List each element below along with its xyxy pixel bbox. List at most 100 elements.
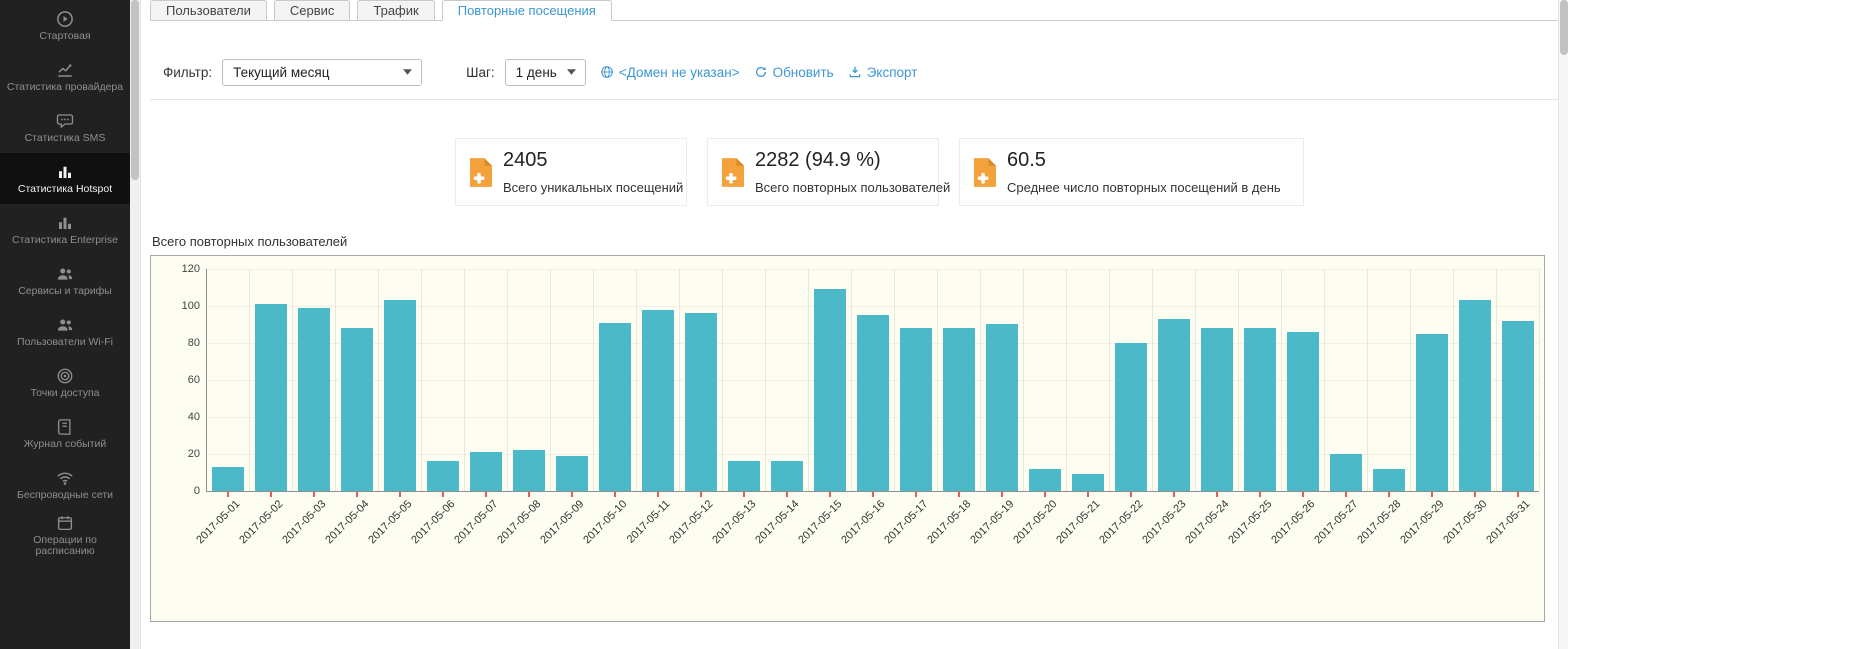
export-link[interactable]: Экспорт	[848, 65, 918, 80]
gridline-horizontal	[206, 269, 1539, 270]
bar[interactable]	[1244, 328, 1276, 491]
sidebar-item-entry[interactable]: Пользователи Wi-Fi	[0, 306, 130, 357]
bar[interactable]	[1287, 332, 1319, 491]
x-axis-tick	[485, 492, 487, 497]
sidebar-item-entry[interactable]: Статистика Enterprise	[0, 204, 130, 255]
target-icon	[56, 367, 74, 385]
bar[interactable]	[900, 328, 932, 491]
download-icon	[848, 65, 862, 79]
bar[interactable]	[384, 300, 416, 491]
gridline-vertical	[1152, 269, 1153, 491]
x-axis-label: 2017-05-24	[1145, 498, 1231, 584]
bar[interactable]	[470, 452, 502, 491]
bar[interactable]	[1158, 319, 1190, 491]
bar[interactable]	[556, 456, 588, 491]
refresh-link[interactable]: Обновить	[754, 65, 834, 80]
bar[interactable]	[1072, 474, 1104, 491]
sidebar-item-label: Статистика провайдера	[3, 82, 127, 93]
bar[interactable]	[814, 289, 846, 491]
x-axis-tick	[743, 492, 745, 497]
refresh-icon	[754, 65, 768, 79]
sidebar-item-entry[interactable]: Статистика SMS	[0, 102, 130, 153]
bar[interactable]	[642, 310, 674, 491]
bar[interactable]	[341, 328, 373, 491]
journal-icon	[56, 418, 74, 436]
gridline-vertical	[851, 269, 852, 491]
step-select[interactable]: 1 день	[505, 59, 586, 86]
bar[interactable]	[255, 304, 287, 491]
x-axis-tick	[1130, 492, 1132, 497]
bar[interactable]	[728, 461, 760, 491]
domain-link[interactable]: <Домен не указан>	[600, 65, 740, 80]
bar[interactable]	[1502, 321, 1534, 491]
period-select-value: Текущий месяц	[233, 65, 329, 80]
x-axis-tick	[1431, 492, 1433, 497]
gridline-vertical	[1496, 269, 1497, 491]
bar[interactable]	[1416, 334, 1448, 491]
sidebar-item-entry[interactable]: Журнал событий	[0, 408, 130, 459]
sidebar-item-entry[interactable]: Стартовая	[0, 0, 130, 51]
period-select[interactable]: Текущий месяц	[222, 59, 422, 86]
sidebar-item-label: Статистика Enterprise	[8, 235, 122, 246]
bar[interactable]	[943, 328, 975, 491]
gridline-vertical	[1324, 269, 1325, 491]
sidebar-item-label: Беспроводные сети	[13, 490, 117, 501]
sidebar-item-entry[interactable]: Беспроводные сети	[0, 459, 130, 510]
bar[interactable]	[599, 323, 631, 491]
sidebar-item-entry[interactable]: Сервисы и тарифы	[0, 255, 130, 306]
gridline-vertical	[765, 269, 766, 491]
bar[interactable]	[1115, 343, 1147, 491]
x-axis-label: 2017-05-12	[629, 498, 715, 584]
x-axis-label: 2017-05-18	[887, 498, 973, 584]
chevron-down-icon	[567, 69, 576, 75]
bar[interactable]	[1330, 454, 1362, 491]
gridline-vertical	[292, 269, 293, 491]
main-scrollbar[interactable]	[1558, 0, 1568, 649]
bar[interactable]	[1201, 328, 1233, 491]
gridline-vertical	[980, 269, 981, 491]
step-select-value: 1 день	[516, 65, 557, 80]
tab-active[interactable]: Повторные посещения	[442, 0, 612, 21]
y-axis-label: 60	[160, 374, 200, 386]
bar[interactable]	[1373, 469, 1405, 491]
sidebar-item-entry[interactable]: Точки доступа	[0, 357, 130, 408]
x-axis-label: 2017-05-08	[457, 498, 543, 584]
x-axis-tick	[528, 492, 530, 497]
x-axis-label: 2017-05-26	[1231, 498, 1317, 584]
tab-item[interactable]: Трафик	[357, 0, 434, 20]
main-scrollbar-thumb[interactable]	[1560, 0, 1568, 55]
filter-label: Фильтр:	[163, 65, 212, 80]
bar[interactable]	[986, 324, 1018, 491]
bar[interactable]	[427, 461, 459, 491]
bar[interactable]	[857, 315, 889, 491]
play-circle-icon	[56, 10, 74, 28]
stat-card: 2405Всего уникальных посещений	[455, 138, 687, 206]
chart-title: Всего повторных пользователей	[152, 234, 347, 249]
bar[interactable]	[685, 313, 717, 491]
tab-item[interactable]: Пользователи	[150, 0, 267, 20]
bar[interactable]	[1029, 469, 1061, 491]
y-axis-label: 120	[160, 263, 200, 275]
bar[interactable]	[212, 467, 244, 491]
bar[interactable]	[771, 461, 803, 491]
gridline-vertical	[335, 269, 336, 491]
sidebar-item-entry[interactable]: Статистика провайдера	[0, 51, 130, 102]
stat-value: 60.5	[1007, 149, 1281, 171]
bar[interactable]	[298, 308, 330, 491]
x-axis-tick	[313, 492, 315, 497]
sidebar-item-entry[interactable]: Операции по расписанию	[0, 510, 130, 561]
stat-caption: Всего уникальных посещений	[503, 180, 683, 195]
x-axis-label: 2017-05-15	[758, 498, 844, 584]
stat-card: 2282 (94.9 %)Всего повторных пользовател…	[707, 138, 939, 206]
gridline-vertical	[636, 269, 637, 491]
x-axis-label: 2017-05-14	[715, 498, 801, 584]
x-axis-label: 2017-05-27	[1274, 498, 1360, 584]
x-axis-tick	[657, 492, 659, 497]
x-axis-label: 2017-05-16	[801, 498, 887, 584]
sidebar-scrollbar-thumb[interactable]	[131, 0, 139, 180]
bar[interactable]	[513, 450, 545, 491]
sidebar-scrollbar[interactable]	[130, 0, 141, 649]
tab-item[interactable]: Сервис	[274, 0, 351, 20]
bar[interactable]	[1459, 300, 1491, 491]
sidebar-item-active[interactable]: Статистика Hotspot	[0, 153, 130, 204]
